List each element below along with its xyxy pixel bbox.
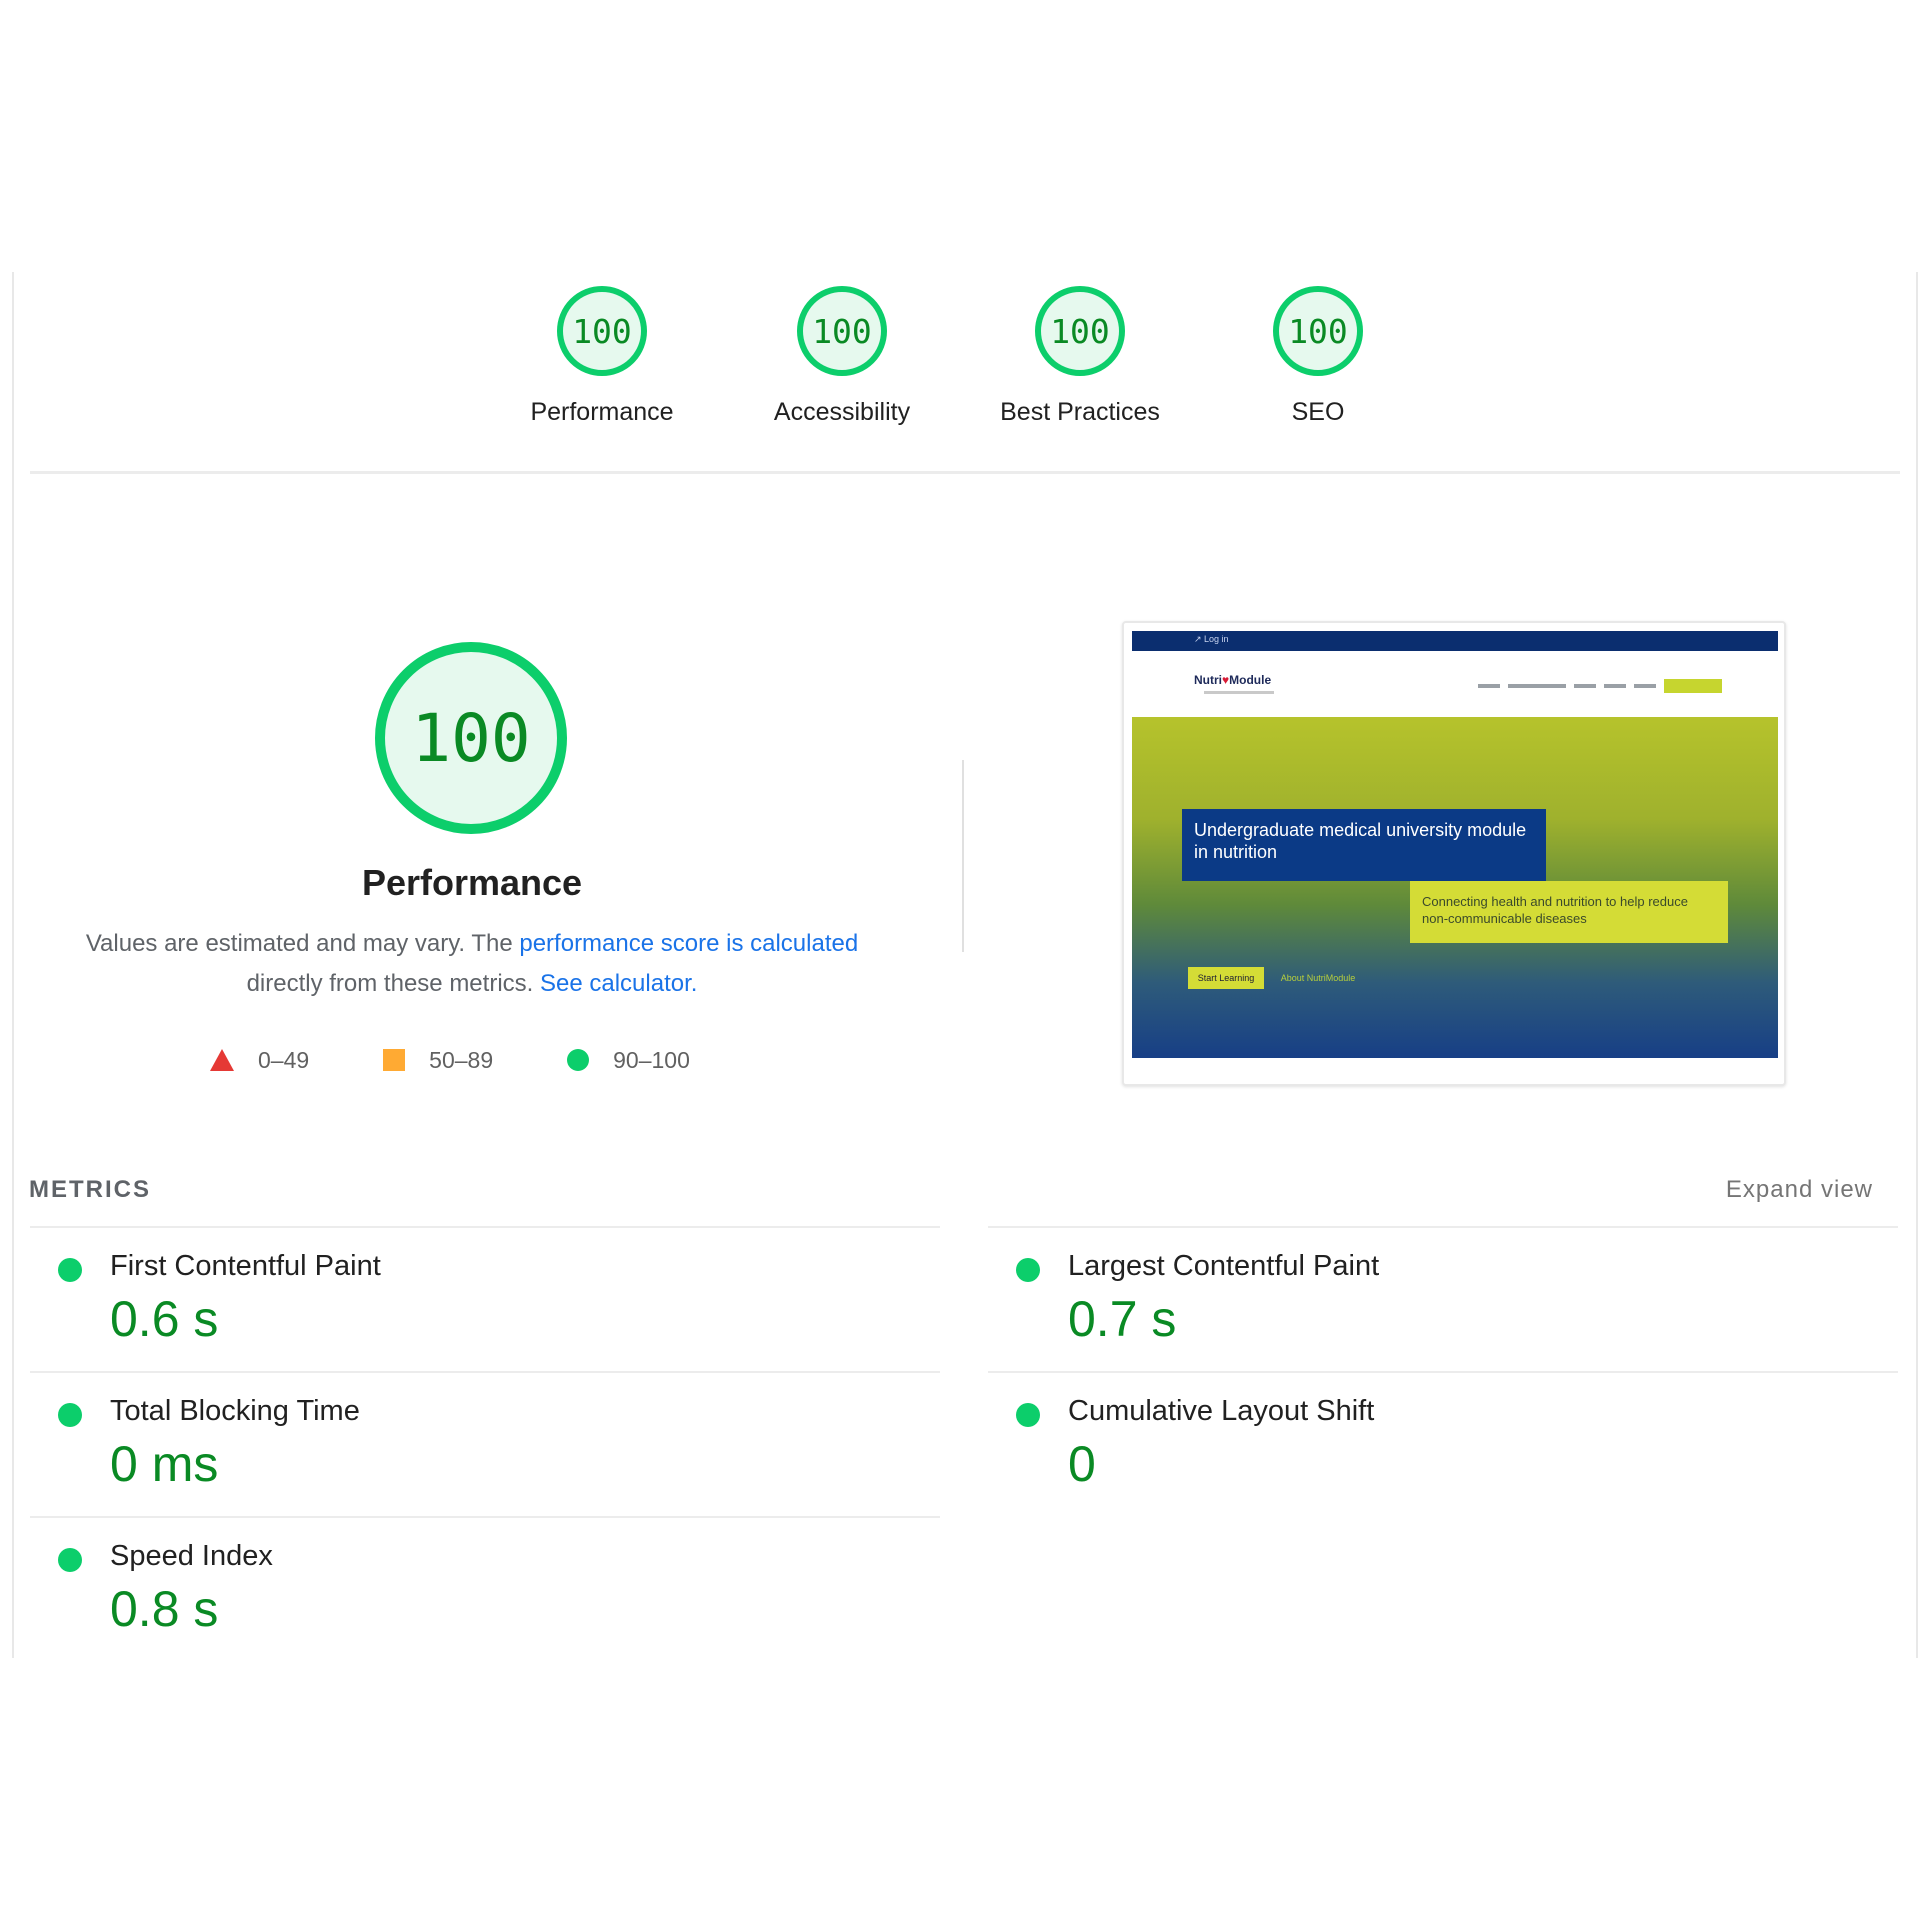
performance-gauge: 100	[375, 642, 567, 834]
nav-link	[1574, 684, 1596, 688]
nav-link	[1634, 684, 1656, 688]
nav-cta	[1664, 679, 1722, 693]
pass-circle-icon	[1016, 1258, 1040, 1282]
hero-subtitle: Connecting health and nutrition to help …	[1410, 881, 1728, 943]
metric-divider	[988, 1226, 1898, 1228]
metric-divider	[988, 1371, 1898, 1373]
logo-tagline	[1204, 691, 1274, 694]
legend-range: 90–100	[613, 1046, 690, 1073]
gauge-label: Performance	[530, 398, 674, 426]
metric-value: 0.7 s	[1068, 1291, 1177, 1347]
gauge-ring: 100	[1035, 286, 1125, 376]
score-legend: 0–49 50–89 90–100	[210, 1044, 764, 1076]
pass-circle-icon	[58, 1548, 82, 1572]
screenshot-content: ↗ Log in Nutri♥Module Undergraduate medi…	[1132, 631, 1778, 1058]
hero-about-button: About NutriModule	[1280, 973, 1356, 983]
performance-title: Performance	[361, 862, 583, 903]
metric-divider	[30, 1371, 940, 1373]
gauge-ring: 100	[797, 286, 887, 376]
hero-start-button: Start Learning	[1188, 967, 1264, 989]
gauge-best-practices[interactable]: 100 Best Practices	[980, 286, 1180, 427]
nav-link	[1478, 684, 1500, 688]
score-calculated-link[interactable]: performance score is calculated	[519, 930, 858, 957]
gauge-ring: 100	[1273, 286, 1363, 376]
site-topbar: ↗ Log in	[1132, 631, 1778, 651]
nav-link	[1604, 684, 1626, 688]
metric-value: 0	[1068, 1436, 1096, 1492]
legend-item-average: 50–89	[383, 1047, 493, 1074]
square-icon	[383, 1049, 406, 1071]
desc-prefix: Values are estimated and may vary. The	[85, 930, 520, 957]
gauge-accessibility[interactable]: 100 Accessibility	[742, 286, 942, 427]
final-screenshot[interactable]: ↗ Log in Nutri♥Module Undergraduate medi…	[1122, 621, 1786, 1086]
metrics-heading: METRICS	[29, 1176, 151, 1203]
metric-name: Speed Index	[110, 1540, 273, 1572]
pass-circle-icon	[1016, 1403, 1040, 1427]
pass-circle-icon	[58, 1258, 82, 1282]
circle-icon	[567, 1049, 590, 1071]
vertical-divider	[962, 760, 964, 952]
legend-range: 0–49	[258, 1046, 310, 1073]
performance-description: Values are estimated and may vary. The p…	[40, 924, 904, 1004]
top-divider	[30, 471, 1900, 474]
gauge-seo[interactable]: 100 SEO	[1218, 286, 1418, 427]
nav-link	[1508, 684, 1566, 688]
legend-item-pass: 90–100	[567, 1047, 690, 1074]
see-calculator-link[interactable]: See calculator.	[540, 970, 697, 997]
hero-title: Undergraduate medical university module …	[1182, 809, 1546, 881]
triangle-icon	[210, 1049, 234, 1071]
desc-middle: directly from these metrics.	[246, 970, 540, 997]
metric-divider	[30, 1226, 940, 1228]
legend-range: 50–89	[429, 1046, 494, 1073]
gauge-label: SEO	[1291, 398, 1345, 426]
metric-value: 0 ms	[110, 1436, 219, 1492]
metric-value: 0.6 s	[110, 1291, 219, 1347]
metric-divider	[30, 1516, 940, 1518]
pass-circle-icon	[58, 1403, 82, 1427]
gauge-performance[interactable]: 100 Performance	[502, 286, 702, 427]
metric-value: 0.8 s	[110, 1581, 219, 1637]
metric-name: Total Blocking Time	[110, 1395, 360, 1427]
site-hero: Undergraduate medical university module …	[1132, 717, 1778, 1058]
site-header: Nutri♥Module	[1132, 651, 1778, 717]
metric-name: Cumulative Layout Shift	[1068, 1395, 1375, 1427]
gauge-label: Best Practices	[1000, 398, 1160, 426]
expand-view-toggle[interactable]: Expand view	[1726, 1176, 1873, 1204]
metric-name: Largest Contentful Paint	[1068, 1250, 1380, 1282]
gauge-ring: 100	[557, 286, 647, 376]
topbar-text: ↗ Log in	[1194, 634, 1229, 644]
legend-item-fail: 0–49	[210, 1047, 309, 1074]
site-logo: Nutri♥Module	[1194, 673, 1272, 687]
site-nav	[1478, 679, 1722, 693]
metric-name: First Contentful Paint	[110, 1250, 381, 1282]
gauge-label: Accessibility	[773, 398, 911, 426]
